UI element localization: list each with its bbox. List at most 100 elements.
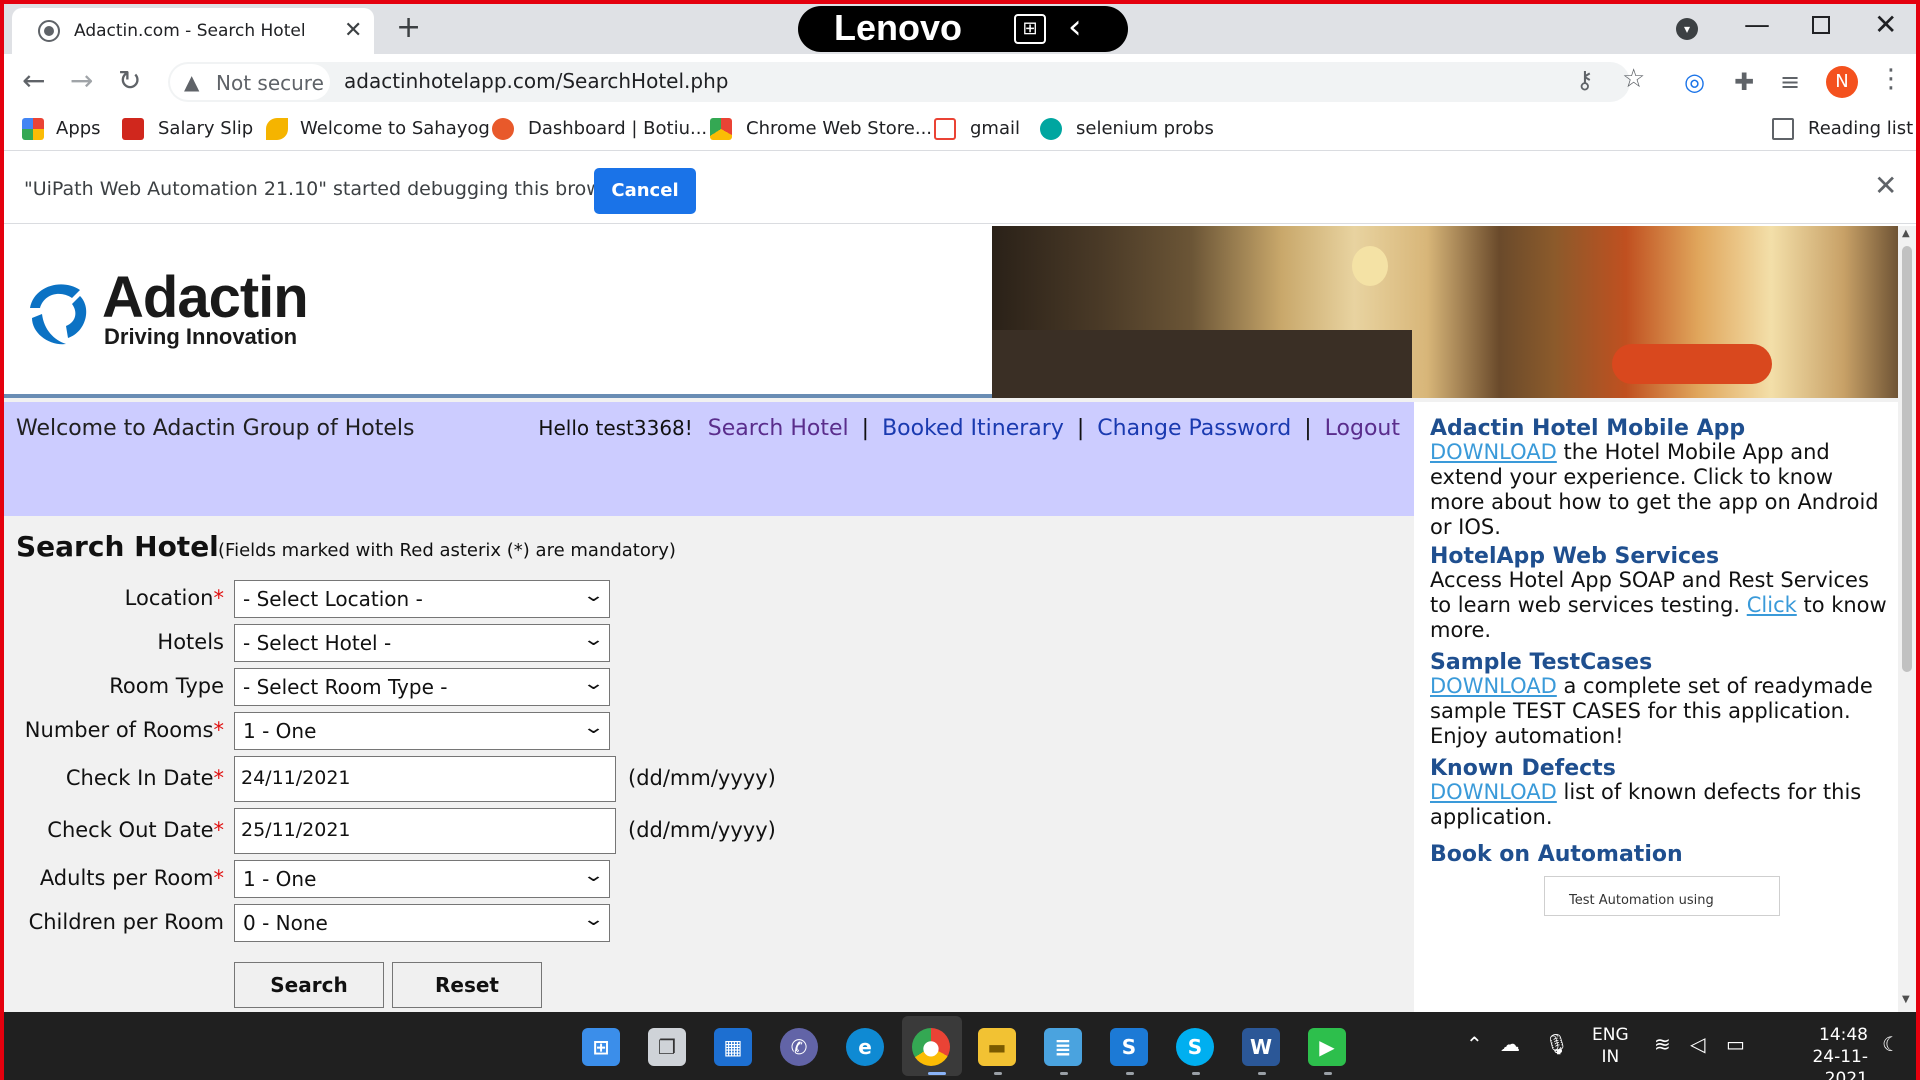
warning-triangle-icon: ▲ — [184, 70, 200, 94]
focus-moon-icon[interactable]: ☾ — [1882, 1032, 1900, 1056]
password-key-icon[interactable]: ⚷ — [1576, 66, 1594, 94]
url-text[interactable]: adactinhotelapp.com/SearchHotel.php — [344, 69, 728, 93]
bookmark-apps[interactable]: Apps — [56, 118, 101, 139]
lenovo-logo: Lenovo — [834, 7, 963, 48]
cancel-debugging-button[interactable]: Cancel — [594, 168, 696, 214]
skype-icon[interactable]: S — [1176, 1028, 1214, 1066]
wifi-icon[interactable]: ≋ — [1654, 1032, 1671, 1056]
web-services-click-link[interactable]: Click — [1747, 593, 1797, 617]
adactin-swoosh-icon — [30, 284, 87, 345]
reading-list-button[interactable]: Reading list — [1808, 118, 1913, 139]
new-tab-button[interactable]: + — [396, 10, 421, 45]
chrome-menu-icon[interactable]: ⋮ — [1878, 64, 1904, 94]
forward-arrow-icon[interactable]: → — [70, 64, 93, 97]
reset-button[interactable]: Reset — [392, 962, 542, 1008]
scroll-up-arrow-icon[interactable]: ▲ — [1902, 228, 1910, 239]
onedrive-cloud-icon[interactable]: ☁ — [1500, 1032, 1520, 1056]
mandatory-note: (Fields marked with Red asterix (*) are … — [218, 540, 676, 561]
welcome-text: Welcome to Adactin Group of Hotels — [16, 416, 415, 441]
bookmarks-bar: Apps Salary Slip Welcome to Sahayog Dash… — [4, 110, 1916, 150]
web-services-heading: HotelApp Web Services — [1430, 544, 1720, 569]
tab-search-icon[interactable]: ▾ — [1676, 18, 1698, 40]
profile-avatar[interactable]: N — [1826, 66, 1858, 98]
microphone-icon[interactable]: 🎙 — [1544, 1032, 1569, 1056]
media-player-icon[interactable]: ▶ — [1308, 1028, 1346, 1066]
clock-time: 14:48 — [1819, 1025, 1868, 1045]
bookmark-star-icon[interactable]: ☆ — [1622, 64, 1645, 94]
volume-icon[interactable]: ◁ — [1690, 1032, 1705, 1056]
children-select[interactable]: 0 - None ⌄ — [234, 904, 610, 942]
reload-icon[interactable]: ↻ — [118, 64, 141, 97]
chrome-browser-icon[interactable]: ● — [912, 1028, 950, 1066]
battery-icon[interactable]: ▭ — [1726, 1032, 1745, 1056]
bookmark-dashboard-botium[interactable]: Dashboard | Botiu... — [528, 118, 707, 139]
book-cover-image[interactable]: Test Automation using — [1544, 876, 1780, 916]
running-indicator — [928, 1072, 946, 1075]
tab-close-icon[interactable]: ✕ — [344, 18, 362, 43]
check-in-input[interactable]: 24/11/2021 — [234, 756, 616, 802]
hotels-select[interactable]: - Select Hotel - ⌄ — [234, 624, 610, 662]
room-type-select[interactable]: - Select Room Type - ⌄ — [234, 668, 610, 706]
site-info-chip[interactable]: ▲ Not secure — [170, 64, 330, 100]
back-arrow-icon[interactable]: ← — [22, 64, 45, 97]
scrollbar-thumb[interactable] — [1902, 246, 1912, 672]
nav-change-password[interactable]: Change Password — [1097, 416, 1291, 441]
user-nav: Hello test3368! Search Hotel | Booked It… — [538, 416, 1400, 441]
notepad-icon[interactable]: ≣ — [1044, 1028, 1082, 1066]
browser-tab[interactable]: Adactin.com - Search Hotel ✕ — [12, 8, 374, 54]
test-cases-download-link[interactable]: DOWNLOAD — [1430, 674, 1557, 698]
show-hidden-icons-chevron-icon[interactable]: ⌃ — [1466, 1032, 1483, 1056]
adults-select[interactable]: 1 - One ⌄ — [234, 860, 610, 898]
restore-button[interactable] — [1812, 16, 1830, 34]
lenovo-apps-icon[interactable]: ⊞ — [1014, 14, 1046, 44]
bookmark-sahayog[interactable]: Welcome to Sahayog — [300, 118, 490, 139]
widgets-icon[interactable]: ▦ — [714, 1028, 752, 1066]
known-defects-download-link[interactable]: DOWNLOAD — [1430, 780, 1557, 804]
mobile-app-download-link[interactable]: DOWNLOAD — [1430, 440, 1557, 464]
extension-uipath-icon[interactable]: ◎ — [1684, 68, 1705, 96]
lenovo-overlay-bar[interactable]: Lenovo ⊞ ‹ — [798, 6, 1128, 52]
check-out-input[interactable]: 25/11/2021 — [234, 808, 616, 854]
browser-toolbar: ← → ↻ ▲ Not secure adactinhotelapp.com/S… — [4, 54, 1916, 110]
task-view-icon[interactable]: ❐ — [648, 1028, 686, 1066]
address-bar[interactable]: ▲ Not secure adactinhotelapp.com/SearchH… — [168, 62, 1645, 102]
edge-browser-icon[interactable]: e — [846, 1028, 884, 1066]
file-explorer-icon[interactable]: ▬ — [978, 1028, 1016, 1066]
language-indicator[interactable]: ENG IN — [1592, 1024, 1629, 1068]
check-out-format-hint: (dd/mm/yyyy) — [628, 818, 776, 842]
system-clock[interactable]: 14:48 24-11-2021 — [1772, 1024, 1868, 1080]
start-windows-icon[interactable]: ⊞ — [582, 1028, 620, 1066]
extensions-puzzle-icon[interactable]: ✚ — [1734, 68, 1754, 96]
search-button[interactable]: Search — [234, 962, 384, 1008]
page-scrollbar[interactable]: ▲ ▼ — [1898, 226, 1916, 1012]
running-indicator — [1258, 1072, 1266, 1075]
bookmark-gmail[interactable]: gmail — [970, 118, 1020, 139]
word-icon[interactable]: W — [1242, 1028, 1280, 1066]
sharepoint-s-icon[interactable]: S — [1110, 1028, 1148, 1066]
nav-search-hotel[interactable]: Search Hotel — [708, 416, 849, 441]
location-select[interactable]: - Select Location - ⌄ — [234, 580, 610, 618]
media-queue-icon[interactable]: ≡ — [1780, 68, 1800, 96]
bookmark-salary-slip[interactable]: Salary Slip — [158, 118, 253, 139]
nav-separator: | — [861, 416, 870, 441]
chevron-down-icon: ⌄ — [582, 865, 605, 886]
hotels-label: Hotels — [157, 630, 224, 654]
bookmark-chrome-web-store[interactable]: Chrome Web Store... — [746, 118, 932, 139]
minimize-button[interactable]: — — [1744, 10, 1770, 40]
nav-logout[interactable]: Logout — [1325, 416, 1400, 441]
clock-date: 24-11-2021 — [1812, 1047, 1868, 1080]
nav-separator: | — [1076, 416, 1085, 441]
window-close-button[interactable]: ✕ — [1874, 8, 1897, 41]
bookmark-selenium-probs[interactable]: selenium probs — [1076, 118, 1214, 139]
tab-title: Adactin.com - Search Hotel — [74, 21, 306, 41]
rooms-select[interactable]: 1 - One ⌄ — [234, 712, 610, 750]
teams-chat-icon[interactable]: ✆ — [780, 1028, 818, 1066]
chevron-down-icon: ⌄ — [582, 717, 605, 738]
nav-booked-itinerary[interactable]: Booked Itinerary — [882, 416, 1064, 441]
scroll-down-arrow-icon[interactable]: ▼ — [1902, 994, 1910, 1005]
lenovo-collapse-icon[interactable]: ‹ — [1068, 7, 1082, 47]
infobar-close-icon[interactable]: ✕ — [1874, 169, 1897, 202]
book-cover-text: Test Automation using — [1569, 893, 1714, 908]
banner-sofa — [1612, 344, 1772, 384]
web-services-text: Access Hotel App SOAP and Rest Services … — [1430, 568, 1887, 642]
